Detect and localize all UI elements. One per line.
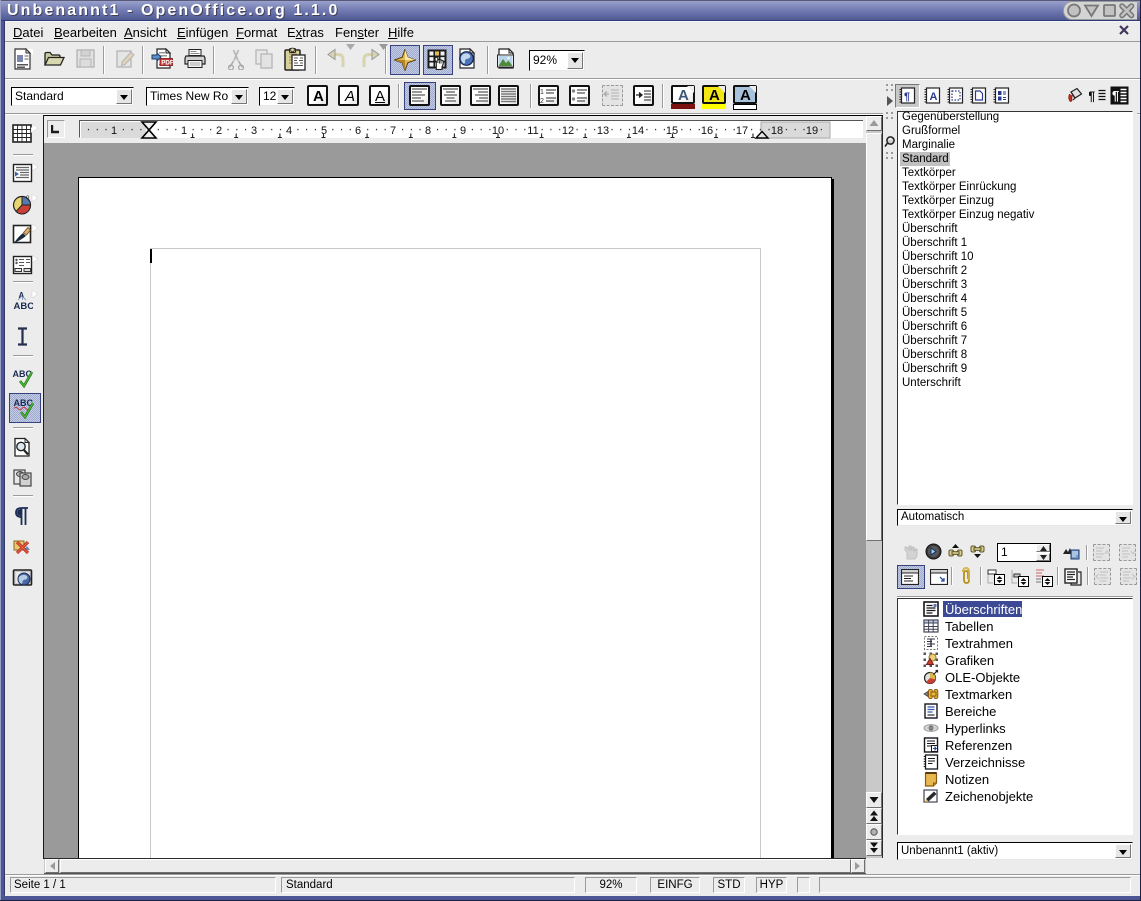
svg-text:¶: ¶ <box>904 91 910 103</box>
svg-text:9: 9 <box>460 125 466 137</box>
svg-text:19: 19 <box>806 125 818 137</box>
svg-text:12: 12 <box>562 125 574 137</box>
svg-text:4: 4 <box>286 125 292 137</box>
svg-text:¶: ¶ <box>1112 88 1119 103</box>
svg-text:2: 2 <box>540 98 544 104</box>
svg-text:3: 3 <box>251 125 257 137</box>
svg-text:7: 7 <box>390 125 396 137</box>
svg-text:6: 6 <box>355 125 361 137</box>
svg-text:8: 8 <box>425 125 431 137</box>
svg-text:¶: ¶ <box>1089 89 1095 104</box>
svg-text:1: 1 <box>181 125 187 137</box>
svg-text:11: 11 <box>527 125 538 137</box>
svg-text:17: 17 <box>736 125 748 137</box>
svg-text:1: 1 <box>111 125 117 137</box>
svg-text:1: 1 <box>540 89 544 96</box>
svg-text:2: 2 <box>216 125 222 137</box>
svg-text:14: 14 <box>632 125 644 137</box>
svg-text:16: 16 <box>701 125 713 137</box>
svg-text:18: 18 <box>771 125 783 137</box>
svg-text:PDF: PDF <box>161 59 173 66</box>
svg-text:ABC: ABC <box>14 301 34 311</box>
svg-text:13: 13 <box>597 125 609 137</box>
svg-text:A: A <box>930 91 938 103</box>
